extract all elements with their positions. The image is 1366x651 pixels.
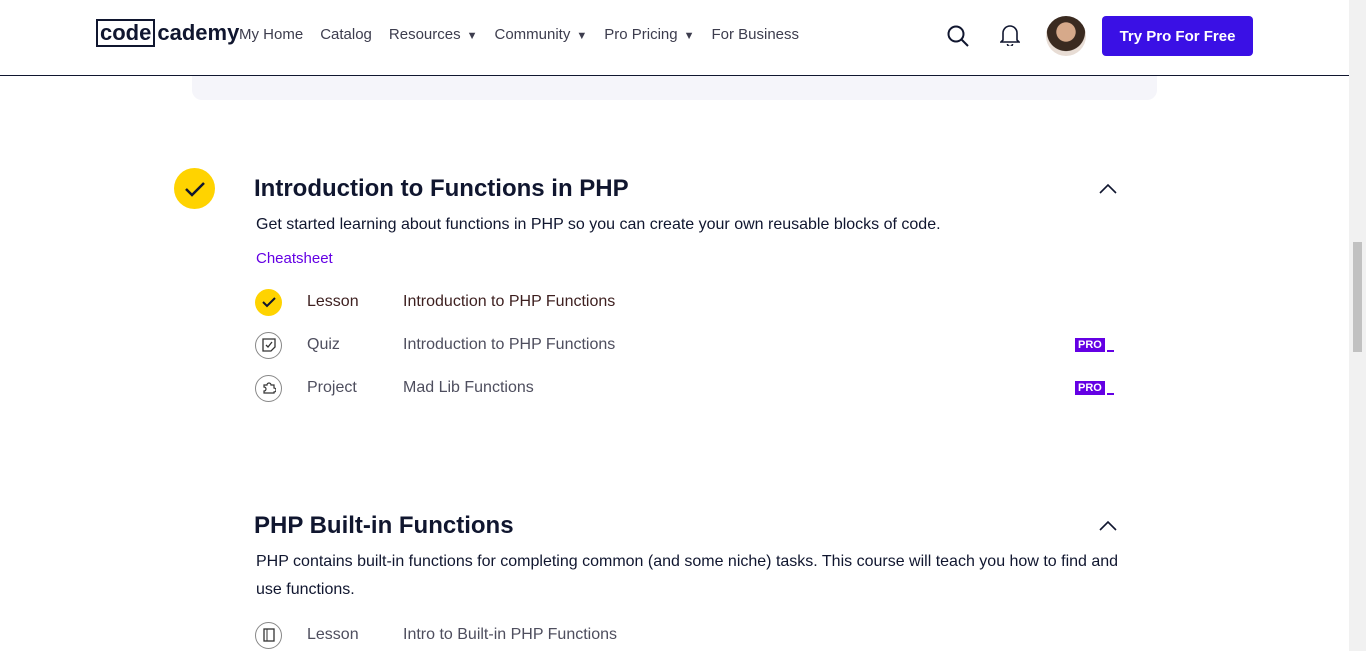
pro-badge-label: PRO xyxy=(1075,338,1105,352)
list-item[interactable]: Lesson Intro to Built-in PHP Functions xyxy=(255,621,1115,649)
search-icon[interactable] xyxy=(947,25,969,47)
nav-community-label: Community xyxy=(494,26,571,43)
module-title: Introduction to Functions in PHP xyxy=(254,175,629,202)
cheatsheet-link[interactable]: Cheatsheet xyxy=(256,250,333,267)
chevron-up-icon[interactable] xyxy=(1099,183,1117,195)
overview-panel xyxy=(192,76,1157,100)
logo-cademy: cademy xyxy=(157,20,240,45)
scrollbar-thumb[interactable] xyxy=(1353,242,1362,352)
item-type: Quiz xyxy=(307,336,340,353)
codecademy-logo[interactable]: code cademy xyxy=(96,19,239,47)
quiz-icon xyxy=(255,331,282,359)
list-item[interactable]: Lesson Introduction to PHP Functions xyxy=(255,288,1115,316)
check-icon xyxy=(255,288,282,316)
nav-pro-pricing-label: Pro Pricing xyxy=(604,26,678,43)
pro-badge: PRO xyxy=(1075,338,1114,352)
lesson-icon xyxy=(255,621,282,649)
nav-resources[interactable]: Resources ▼ xyxy=(389,26,478,43)
nav-community[interactable]: Community ▼ xyxy=(494,26,587,43)
item-type: Lesson xyxy=(307,626,359,643)
scrollbar[interactable] xyxy=(1349,0,1366,651)
nav-pro-pricing[interactable]: Pro Pricing ▼ xyxy=(604,26,694,43)
chevron-up-icon[interactable] xyxy=(1099,520,1117,532)
item-title: Intro to Built-in PHP Functions xyxy=(403,626,618,643)
caret-down-icon: ▼ xyxy=(576,30,588,42)
caret-down-icon: ▼ xyxy=(683,30,695,42)
logo-code: code xyxy=(96,19,156,47)
module-title: PHP Built-in Functions xyxy=(254,512,514,539)
try-pro-button[interactable]: Try Pro For Free xyxy=(1102,16,1253,56)
bell-icon[interactable] xyxy=(1000,24,1020,46)
item-type: Lesson xyxy=(307,293,359,310)
caret-down-icon: ▼ xyxy=(466,30,478,42)
list-item[interactable]: Quiz Introduction to PHP Functions PRO xyxy=(255,331,1115,359)
item-type: Project xyxy=(307,379,357,396)
top-nav: code cademy My Home Catalog Resources ▼ Co… xyxy=(0,0,1349,76)
module-description: PHP contains built-in functions for comp… xyxy=(256,553,1119,598)
list-item[interactable]: Project Mad Lib Functions PRO xyxy=(255,374,1115,402)
module-description: Get started learning about functions in … xyxy=(256,216,941,233)
module-complete-check-icon xyxy=(174,168,215,209)
nav-my-home[interactable]: My Home xyxy=(239,26,303,43)
pro-badge-label: PRO xyxy=(1075,381,1105,395)
pro-badge: PRO xyxy=(1075,381,1114,395)
puzzle-icon xyxy=(255,374,282,402)
nav-resources-label: Resources xyxy=(388,26,461,43)
item-title: Mad Lib Functions xyxy=(403,379,534,396)
item-title: Introduction to PHP Functions xyxy=(403,336,616,353)
item-title: Introduction to PHP Functions xyxy=(403,293,616,310)
avatar[interactable] xyxy=(1046,16,1086,56)
nav-for-business[interactable]: For Business xyxy=(711,26,799,43)
nav-catalog[interactable]: Catalog xyxy=(320,26,372,43)
